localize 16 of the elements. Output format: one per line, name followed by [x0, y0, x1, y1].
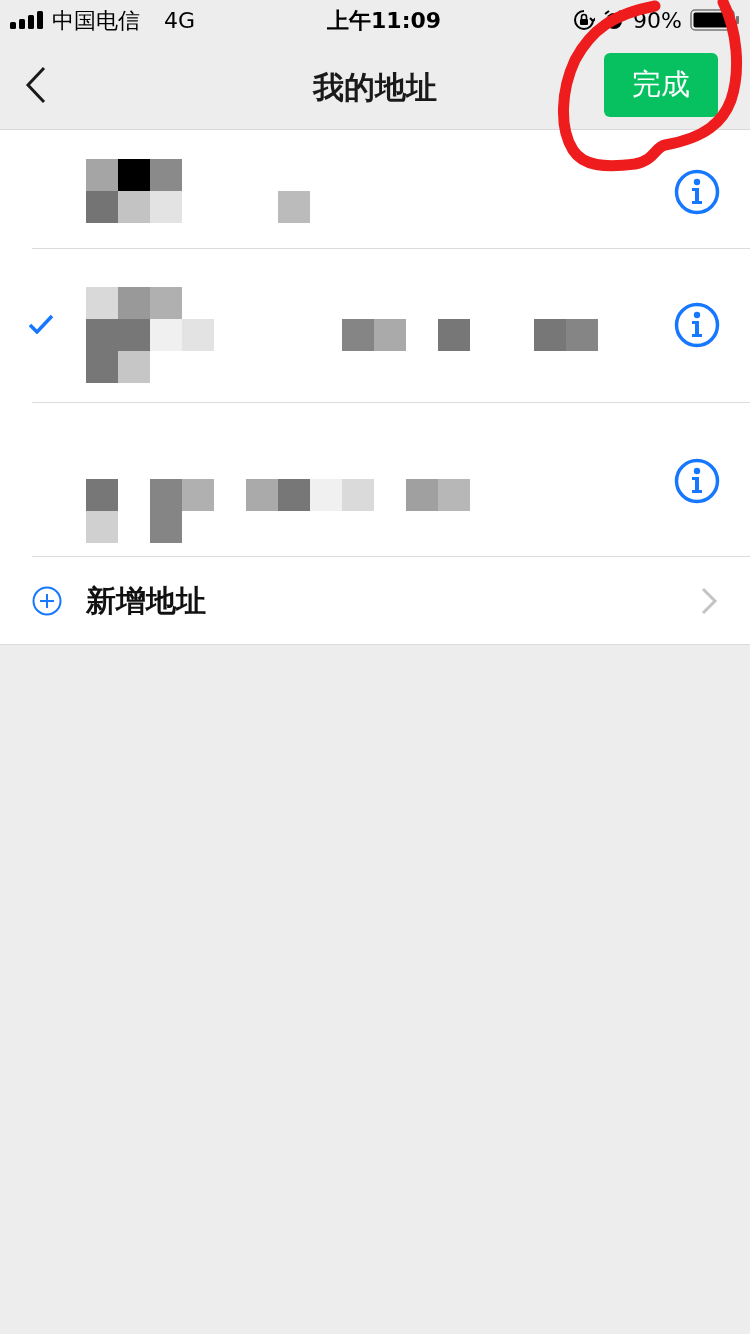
- back-button[interactable]: [24, 64, 48, 105]
- signal-icon: [10, 11, 44, 29]
- page-title: 我的地址: [313, 68, 437, 107]
- carrier-name: 中国电信: [52, 6, 140, 35]
- status-time: 上午11:09: [327, 6, 442, 35]
- add-icon: [32, 585, 62, 616]
- add-address-label: 新增地址: [86, 582, 207, 620]
- chevron-right-icon: [700, 586, 718, 615]
- network-type: 4G: [164, 6, 196, 35]
- rotation-lock-icon: [573, 9, 596, 31]
- info-icon[interactable]: [674, 458, 720, 504]
- info-icon[interactable]: [674, 302, 720, 348]
- back-icon: [24, 64, 48, 105]
- info-icon[interactable]: [674, 169, 720, 215]
- add-address-row[interactable]: 新增地址: [0, 557, 750, 645]
- battery-icon: [690, 9, 740, 31]
